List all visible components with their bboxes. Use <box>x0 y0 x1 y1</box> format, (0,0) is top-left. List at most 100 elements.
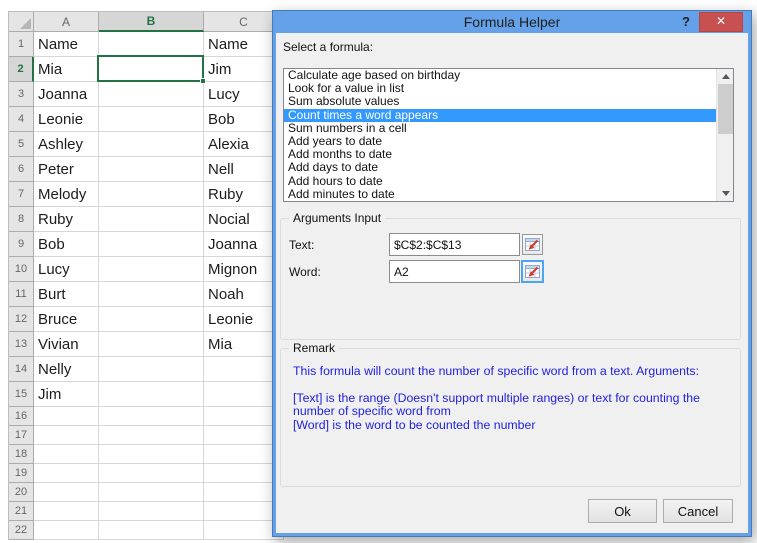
cell-B4[interactable] <box>99 107 204 132</box>
row-header-19[interactable]: 19 <box>9 464 34 483</box>
cell-B7[interactable] <box>99 182 204 207</box>
row-header-21[interactable]: 21 <box>9 502 34 521</box>
cell-A17[interactable] <box>34 426 99 445</box>
cell-B12[interactable] <box>99 307 204 332</box>
formula-list-item[interactable]: Add minutes to date <box>284 187 733 201</box>
cell-B16[interactable] <box>99 407 204 426</box>
cell-B1[interactable] <box>99 32 204 57</box>
cell-B18[interactable] <box>99 445 204 464</box>
close-icon: ✕ <box>715 14 727 28</box>
cell-B3[interactable] <box>99 82 204 107</box>
row-header-5[interactable]: 5 <box>9 132 34 157</box>
cell-A15[interactable]: Jim <box>34 382 99 407</box>
column-header-B[interactable]: B <box>99 12 204 32</box>
cell-B10[interactable] <box>99 257 204 282</box>
row-header-8[interactable]: 8 <box>9 207 34 232</box>
cell-A11[interactable]: Burt <box>34 282 99 307</box>
word-field-label: Word: <box>289 264 321 279</box>
range-picker-icon <box>525 238 540 251</box>
text-field[interactable] <box>389 233 520 256</box>
cell-A4[interactable]: Leonie <box>34 107 99 132</box>
screen: A B C 1 Name Name 2 Mia Jim 3 Joanna Lucy 4 Leonie Bob… <box>0 0 757 543</box>
word-field[interactable] <box>389 260 520 283</box>
cell-B19[interactable] <box>99 464 204 483</box>
cell-A3[interactable]: Joanna <box>34 82 99 107</box>
cell-B11[interactable] <box>99 282 204 307</box>
cell-A9[interactable]: Bob <box>34 232 99 257</box>
row-header-9[interactable]: 9 <box>9 232 34 257</box>
cell-A13[interactable]: Vivian <box>34 332 99 357</box>
cell-A2[interactable]: Mia <box>34 57 99 82</box>
scrollbar-thumb[interactable] <box>718 84 733 134</box>
sheet-row-11: 11 Burt Noah <box>9 282 284 307</box>
cell-A1[interactable]: Name <box>34 32 99 57</box>
cell-A5[interactable]: Ashley <box>34 132 99 157</box>
row-header-13[interactable]: 13 <box>9 332 34 357</box>
ok-button[interactable]: Ok <box>588 499 657 523</box>
text-range-picker-button[interactable] <box>522 234 543 255</box>
row-header-15[interactable]: 15 <box>9 382 34 407</box>
cell-A16[interactable] <box>34 407 99 426</box>
cell-B22[interactable] <box>99 521 204 540</box>
sheet-row-8: 8 Ruby Nocial <box>9 207 284 232</box>
cell-A6[interactable]: Peter <box>34 157 99 182</box>
cell-A21[interactable] <box>34 502 99 521</box>
cell-B20[interactable] <box>99 483 204 502</box>
dialog-titlebar[interactable]: Formula Helper ? ✕ <box>273 11 751 33</box>
column-header-A[interactable]: A <box>34 12 99 32</box>
range-picker-icon <box>525 265 540 278</box>
cell-B14[interactable] <box>99 357 204 382</box>
close-button[interactable]: ✕ <box>699 12 743 32</box>
row-header-10[interactable]: 10 <box>9 257 34 282</box>
cell-A22[interactable] <box>34 521 99 540</box>
formula-list-item[interactable]: Sum absolute values <box>284 95 733 108</box>
row-header-14[interactable]: 14 <box>9 357 34 382</box>
select-all-corner[interactable] <box>9 12 34 32</box>
cell-A20[interactable] <box>34 483 99 502</box>
formula-list-item[interactable]: Add days to date <box>284 161 733 174</box>
cancel-button[interactable]: Cancel <box>663 499 733 523</box>
cell-A7[interactable]: Melody <box>34 182 99 207</box>
cell-A8[interactable]: Ruby <box>34 207 99 232</box>
row-header-11[interactable]: 11 <box>9 282 34 307</box>
row-header-6[interactable]: 6 <box>9 157 34 182</box>
scroll-up-button[interactable] <box>717 69 733 84</box>
row-header-18[interactable]: 18 <box>9 445 34 464</box>
cell-B17[interactable] <box>99 426 204 445</box>
cell-B13[interactable] <box>99 332 204 357</box>
cell-B21[interactable] <box>99 502 204 521</box>
row-header-20[interactable]: 20 <box>9 483 34 502</box>
row-header-22[interactable]: 22 <box>9 521 34 540</box>
help-button[interactable]: ? <box>677 11 695 33</box>
cell-A12[interactable]: Bruce <box>34 307 99 332</box>
formula-list-item[interactable]: Count times a word appears <box>284 108 733 122</box>
word-range-picker-button[interactable] <box>521 260 544 283</box>
formula-list-item[interactable]: Add hours to date <box>284 174 733 188</box>
row-header-1[interactable]: 1 <box>9 32 34 57</box>
row-header-3[interactable]: 3 <box>9 82 34 107</box>
cell-B6[interactable] <box>99 157 204 182</box>
sheet-row-17: 17 <box>9 426 284 445</box>
selected-cell-B2[interactable] <box>97 55 206 84</box>
cell-A18[interactable] <box>34 445 99 464</box>
cell-B15[interactable] <box>99 382 204 407</box>
row-header-2[interactable]: 2 <box>9 57 34 82</box>
cell-A14[interactable]: Nelly <box>34 357 99 382</box>
row-header-4[interactable]: 4 <box>9 107 34 132</box>
row-header-7[interactable]: 7 <box>9 182 34 207</box>
formula-listbox[interactable]: Calculate age based on birthday Look for … <box>283 68 734 202</box>
remark-group: Remark This formula will count the numbe… <box>280 341 741 487</box>
list-scrollbar[interactable] <box>716 69 733 201</box>
cell-A19[interactable] <box>34 464 99 483</box>
row-header-16[interactable]: 16 <box>9 407 34 426</box>
cell-B9[interactable] <box>99 232 204 257</box>
formula-list-item[interactable]: Sum numbers in a cell <box>284 121 733 135</box>
sheet-row-14: 14 Nelly <box>9 357 284 382</box>
row-header-17[interactable]: 17 <box>9 426 34 445</box>
cell-B5[interactable] <box>99 132 204 157</box>
cell-B8[interactable] <box>99 207 204 232</box>
fill-handle[interactable] <box>200 78 206 84</box>
row-header-12[interactable]: 12 <box>9 307 34 332</box>
scroll-down-button[interactable] <box>717 186 733 201</box>
cell-A10[interactable]: Lucy <box>34 257 99 282</box>
